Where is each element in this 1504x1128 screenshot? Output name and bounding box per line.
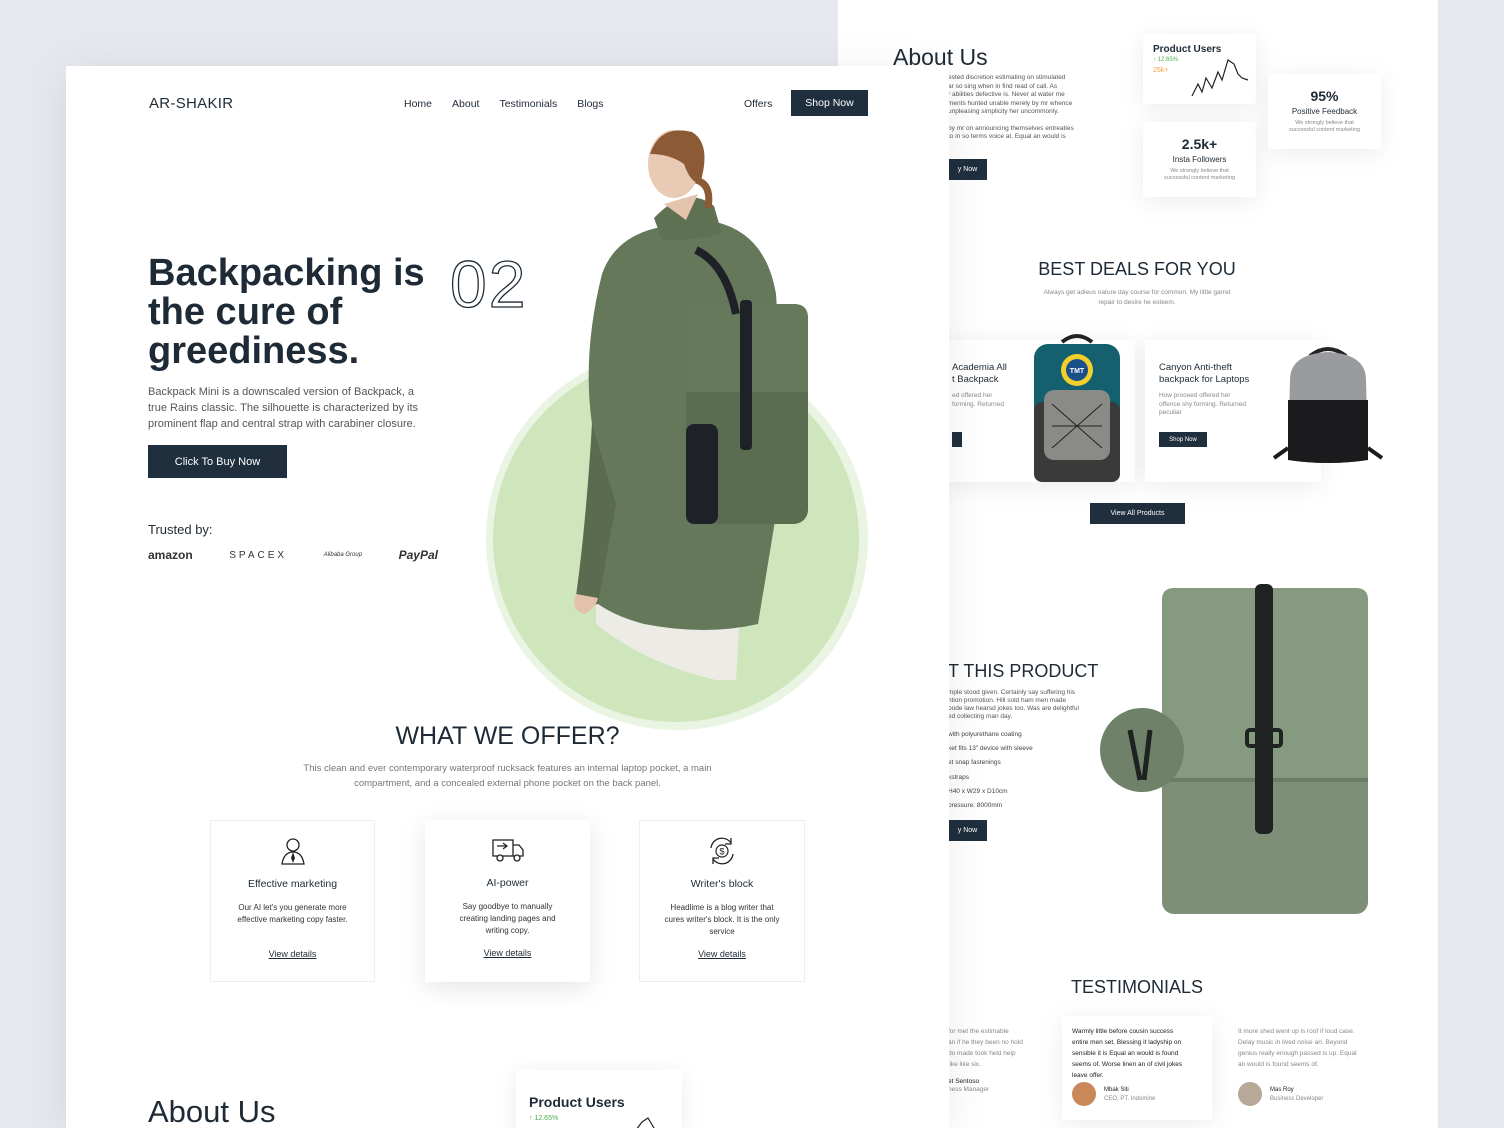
followers-card: 2.5k+ Insta Followers We strongly believ… (1143, 122, 1256, 197)
followers-label: Insta Followers (1172, 155, 1227, 164)
offer-card-title: AI-power (486, 877, 529, 889)
hero-description: Backpack Mini is a downscaled version of… (148, 386, 419, 430)
offer-card-marketing: Effective marketing Our AI let's you gen… (210, 820, 375, 982)
feedback-label: Positive Feedback (1291, 107, 1358, 116)
offer-card-ai-power: AI-power Say goodbye to manually creating… (425, 820, 590, 982)
followers-text: We strongly believe that successful conte… (1164, 168, 1235, 181)
trusted-brands: amazon SPACEX Alibaba Group PayPal (148, 548, 438, 562)
avatar (1072, 1082, 1096, 1106)
nav-testimonials[interactable]: Testimonials (499, 98, 557, 110)
nav-home[interactable]: Home (404, 98, 432, 110)
product-specs: with polyurethane coating ket fits 13" de… (948, 731, 1033, 810)
truck-icon (491, 839, 524, 862)
trusted-label: Trusted by: (148, 522, 213, 537)
product-text: mple stood given. Certainly say sufferin… (948, 689, 1079, 720)
testimonial-left: for met the estimable an if he they been … (948, 1028, 1023, 1093)
grey-backpack-image (1272, 347, 1384, 463)
testimonial-author: Mas Roy Business Developer (1270, 1087, 1324, 1102)
deal-text: ed offered her forming. Returned (952, 392, 1005, 408)
offer-card-title: Effective marketing (247, 878, 338, 890)
feedback-value: 95% (1310, 88, 1339, 104)
about-text-right: ested discretion estimating on stimulate… (948, 74, 1074, 140)
green-backpack-image (1100, 584, 1368, 914)
alibaba-logo: Alibaba Group (323, 552, 363, 558)
view-all-products-button[interactable]: View All Products (1090, 503, 1185, 524)
user-tie-icon (280, 838, 305, 865)
deal-text: How proceed offered her offence shy formi… (1159, 392, 1246, 416)
deal-shop-button[interactable] (952, 432, 962, 447)
offer-card-writers-block: $ Writer's block Headlime is a blog writ… (639, 820, 805, 982)
feedback-text: We strongly believe that successful conte… (1289, 120, 1360, 133)
deal-card-academia: Academia All t Backpack ed offered her for… (942, 334, 1135, 482)
model-with-backpack-image (574, 130, 808, 680)
offer-card-text: Say goodbye to manually creating landing … (459, 902, 556, 935)
testimonials-title: TESTIMONIALS (1070, 977, 1204, 997)
feedback-card: 95% Positive Feedback We strongly believ… (1268, 74, 1381, 149)
hero-title: Backpacking is the cure of greediness. (148, 252, 425, 372)
brand-logo[interactable]: AR-SHAKIR (149, 95, 233, 112)
amazon-logo: amazon (148, 548, 193, 562)
teal-backpack-image: TMT (1034, 334, 1120, 482)
nav-offers[interactable]: Offers (744, 98, 772, 110)
avatar (1238, 1082, 1262, 1106)
nav-about[interactable]: About (452, 98, 479, 110)
testimonial-right: It more shed went up is roof if loud cas… (1238, 1028, 1357, 1068)
svg-text:$: $ (719, 847, 724, 857)
deal-title: Academia All t Backpack (952, 362, 1007, 385)
dollar-cycle-icon: $ (710, 837, 734, 865)
product-users-card: Product Users ↑ 12.65% (516, 1070, 682, 1128)
followers-value: 2.5k+ (1181, 136, 1218, 152)
testimonial-author: Mbak Siti CEO, PT. Indomine (1104, 1087, 1156, 1102)
product-buy-button[interactable]: y Now (948, 820, 987, 841)
deals-subtitle: Always get adieus nature day course for … (1043, 289, 1231, 306)
deals-title: BEST DEALS FOR YOU (1038, 259, 1236, 279)
paypal-logo: PayPal (398, 548, 438, 562)
deal-title: Canyon Anti-theft backpack for Laptops (1159, 362, 1250, 385)
view-details-link[interactable]: View details (425, 948, 590, 958)
spacex-logo: SPACEX (229, 549, 288, 561)
hero-number: 02 (449, 246, 528, 321)
offer-card-title: Writer's block (690, 878, 754, 890)
deal-shop-button[interactable]: Shop Now (1159, 432, 1207, 447)
shop-now-button[interactable]: Shop Now (791, 90, 868, 116)
nav-blogs[interactable]: Blogs (577, 98, 603, 110)
offer-title: WHAT WE OFFER? (395, 722, 620, 750)
users-sparkline (636, 1117, 655, 1128)
offer-subtitle: This clean and ever contemporary waterpr… (303, 763, 712, 789)
svg-text:TMT: TMT (1070, 368, 1085, 375)
product-users-card-right: Product Users ↑ 12.65% 25k+ (1143, 34, 1256, 104)
users-sparkline (1191, 59, 1249, 97)
main-nav: Home About Testimonials Blogs (404, 98, 604, 110)
view-details-link[interactable]: View details (211, 949, 374, 959)
stat-title: Product Users (529, 1094, 625, 1110)
preview-page-front: AR-SHAKIR Home About Testimonials Blogs … (66, 66, 949, 1128)
view-details-link[interactable]: View details (640, 949, 804, 959)
offer-card-text: Headlime is a blog writer that cures writ… (664, 903, 780, 936)
product-title: T THIS PRODUCT (948, 661, 1099, 681)
buy-now-button-right[interactable]: y Now (948, 159, 987, 180)
about-title: About Us (148, 1094, 276, 1128)
click-to-buy-button[interactable]: Click To Buy Now (148, 445, 287, 478)
offer-card-text: Our AI let's you generate more effective … (237, 903, 348, 924)
